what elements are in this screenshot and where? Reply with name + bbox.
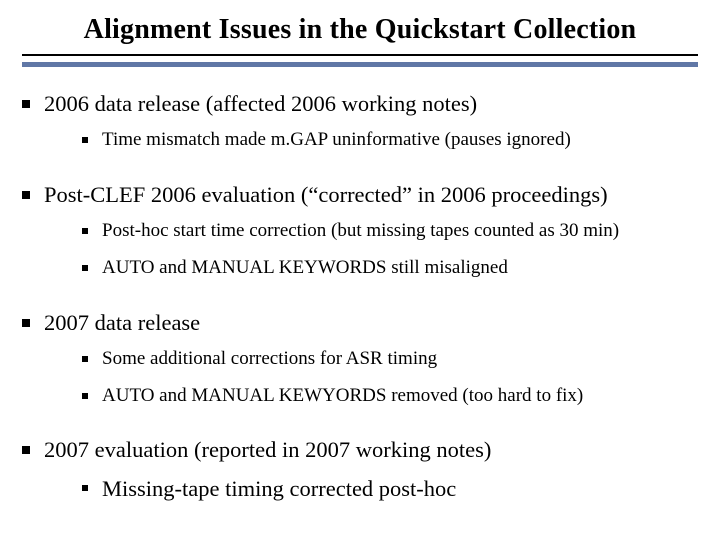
list-item-text: 2007 evaluation (reported in 2007 workin… bbox=[44, 435, 698, 465]
bullet-icon bbox=[82, 137, 88, 143]
bullet-icon bbox=[82, 228, 88, 234]
bullet-icon bbox=[22, 100, 30, 108]
sub-list: Time mismatch made m.GAP uninformative (… bbox=[82, 127, 698, 154]
sub-list: Post-hoc start time correction (but miss… bbox=[82, 218, 698, 281]
list-item-body: 2006 data release (affected 2006 working… bbox=[44, 89, 698, 172]
list-item-text: 2007 data release bbox=[44, 308, 698, 338]
bullet-icon bbox=[82, 393, 88, 399]
sub-list-item: AUTO and MANUAL KEWYORDS removed (too ha… bbox=[82, 383, 698, 410]
bullet-icon bbox=[22, 319, 30, 327]
list-item: 2007 data release Some additional correc… bbox=[22, 308, 698, 428]
sub-list-item-text: AUTO and MANUAL KEYWORDS still misaligne… bbox=[102, 255, 508, 282]
sub-list-item: Some additional corrections for ASR timi… bbox=[82, 346, 698, 373]
sub-list-item-text: Some additional corrections for ASR timi… bbox=[102, 346, 437, 373]
sub-list-item: Post-hoc start time correction (but miss… bbox=[82, 218, 698, 245]
bullet-icon bbox=[22, 191, 30, 199]
bullet-icon bbox=[82, 356, 88, 362]
list-item: 2007 evaluation (reported in 2007 workin… bbox=[22, 435, 698, 505]
list-item-body: 2007 evaluation (reported in 2007 workin… bbox=[44, 435, 698, 505]
sub-list: Some additional corrections for ASR timi… bbox=[82, 346, 698, 409]
sub-list: Missing-tape timing corrected post-hoc bbox=[82, 473, 698, 505]
sub-list-item-text: Time mismatch made m.GAP uninformative (… bbox=[102, 127, 571, 154]
sub-list-item-text: AUTO and MANUAL KEWYORDS removed (too ha… bbox=[102, 383, 583, 410]
list-item-text: 2006 data release (affected 2006 working… bbox=[44, 89, 698, 119]
title-underline bbox=[22, 62, 698, 67]
bullet-icon bbox=[82, 265, 88, 271]
bullet-icon bbox=[22, 446, 30, 454]
sub-list-item: Time mismatch made m.GAP uninformative (… bbox=[82, 127, 698, 154]
list-item: 2006 data release (affected 2006 working… bbox=[22, 89, 698, 172]
bullet-list: 2006 data release (affected 2006 working… bbox=[22, 89, 698, 505]
slide: Alignment Issues in the Quickstart Colle… bbox=[0, 0, 720, 540]
sub-list-item: AUTO and MANUAL KEYWORDS still misaligne… bbox=[82, 255, 698, 282]
sub-list-item-text: Missing-tape timing corrected post-hoc bbox=[102, 473, 456, 505]
list-item-body: Post-CLEF 2006 evaluation (“corrected” i… bbox=[44, 180, 698, 300]
sub-list-item: Missing-tape timing corrected post-hoc bbox=[82, 473, 698, 505]
slide-title: Alignment Issues in the Quickstart Colle… bbox=[22, 14, 698, 56]
bullet-icon bbox=[82, 485, 88, 491]
list-item-text: Post-CLEF 2006 evaluation (“corrected” i… bbox=[44, 180, 698, 210]
sub-list-item-text: Post-hoc start time correction (but miss… bbox=[102, 218, 619, 245]
list-item: Post-CLEF 2006 evaluation (“corrected” i… bbox=[22, 180, 698, 300]
list-item-body: 2007 data release Some additional correc… bbox=[44, 308, 698, 428]
